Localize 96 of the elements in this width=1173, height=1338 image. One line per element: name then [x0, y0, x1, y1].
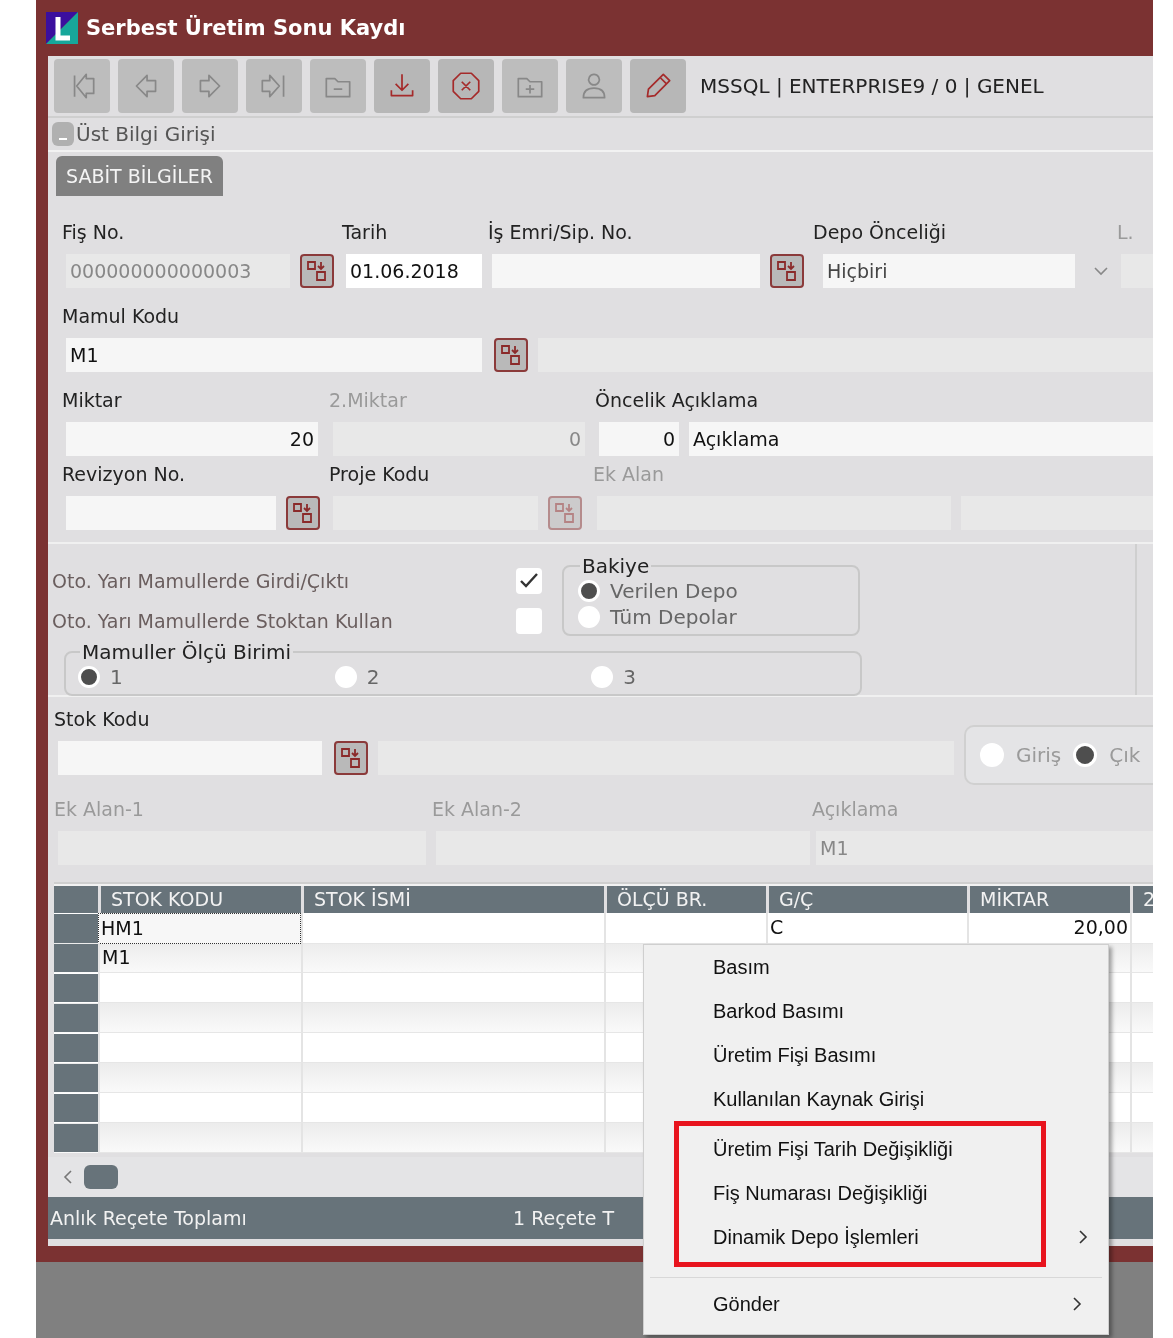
- lookup-button[interactable]: [300, 254, 334, 288]
- lookup-icon: [292, 502, 314, 524]
- field-label: Fiş No.: [62, 220, 126, 245]
- lookup-icon: [340, 747, 362, 769]
- status-text: 1 Reçete T: [513, 1207, 615, 1229]
- row-header[interactable]: [54, 1004, 98, 1032]
- field-label: Ek Alan: [593, 462, 665, 487]
- input-field[interactable]: [961, 496, 1153, 530]
- row-header[interactable]: [54, 1094, 98, 1122]
- row-header: [54, 886, 98, 913]
- window-title: Serbest Üretim Sonu Kaydı: [86, 16, 406, 40]
- lookup-button[interactable]: [548, 496, 582, 530]
- radio-label: Giriş: [1016, 743, 1062, 767]
- date-field[interactable]: 01.06.2018: [346, 254, 482, 288]
- description-field[interactable]: Açıklama: [689, 422, 1153, 456]
- column-header[interactable]: STOK KODU: [101, 886, 301, 913]
- field-label: Proje Kodu: [329, 462, 431, 487]
- column-header[interactable]: MİKTAR: [970, 886, 1130, 913]
- radio-label: Çık: [1109, 743, 1141, 767]
- group-title: Mamuller Ölçü Birimi: [81, 640, 293, 664]
- radio-button[interactable]: [980, 743, 1004, 767]
- lookup-icon: [776, 260, 798, 282]
- status-text: Anlık Reçete Toplamı: [50, 1207, 248, 1229]
- field-label: Depo Önceliği: [813, 220, 948, 245]
- field-label: Mamul Kodu: [62, 304, 181, 329]
- row-header[interactable]: [54, 1034, 98, 1062]
- scroll-left-icon[interactable]: [62, 1168, 74, 1186]
- field-label: İş Emri/Sip. No.: [488, 220, 634, 245]
- lookup-button[interactable]: [494, 338, 528, 372]
- table-cell: HM1: [98, 913, 301, 944]
- lookup-icon: [500, 344, 522, 366]
- row-header[interactable]: [54, 1064, 98, 1092]
- radio-label: 3: [623, 665, 637, 689]
- radio-label: 1: [110, 665, 123, 689]
- field-label: Ek Alan-2: [432, 797, 523, 822]
- collapse-button[interactable]: [52, 122, 74, 146]
- radio-button[interactable]: [591, 666, 614, 688]
- group-title: Bakiye: [581, 554, 651, 578]
- scrollbar-thumb[interactable]: [84, 1165, 118, 1189]
- menu-item[interactable]: Dinamik Depo İşlemleri: [644, 1215, 1108, 1259]
- priority-field[interactable]: 0: [599, 422, 679, 456]
- minus-icon: [59, 138, 67, 140]
- column-header[interactable]: ÖLÇÜ BR.: [607, 886, 766, 913]
- row-header[interactable]: [54, 974, 98, 1002]
- field-label: Stok Kodu: [54, 707, 151, 732]
- quantity-field[interactable]: 20: [66, 422, 318, 456]
- field-label: L.: [1117, 220, 1135, 245]
- menu-item[interactable]: Barkod Basımı: [644, 989, 1108, 1033]
- option-label: Oto. Yarı Mamullerde Stoktan Kullan: [52, 610, 393, 632]
- row-header[interactable]: [54, 914, 98, 943]
- menu-item[interactable]: Üretim Fişi Tarih Değişikliği: [644, 1127, 1108, 1171]
- column-header[interactable]: STOK İSMİ: [304, 886, 604, 913]
- radio-label: 2: [366, 665, 380, 689]
- column-header[interactable]: 2: [1133, 886, 1153, 913]
- menu-item[interactable]: Kullanılan Kaynak Girişi: [644, 1077, 1108, 1121]
- radio-button[interactable]: [1073, 743, 1098, 767]
- edit-button[interactable]: [630, 59, 686, 113]
- field-label: Miktar: [62, 388, 123, 413]
- field-label: Tarih: [342, 220, 389, 245]
- lookup-icon: [306, 260, 328, 282]
- checkbox[interactable]: [516, 608, 542, 634]
- radio-button[interactable]: [578, 580, 600, 602]
- lookup-icon: [554, 502, 576, 524]
- option-label: Oto. Yarı Mamullerde Girdi/Çıktı: [52, 570, 350, 592]
- chevron-down-icon[interactable]: [1093, 266, 1109, 276]
- row-header[interactable]: [54, 944, 98, 972]
- lookup-button[interactable]: [770, 254, 804, 288]
- radio-button[interactable]: [78, 666, 100, 688]
- row-header[interactable]: [54, 1124, 98, 1152]
- menu-item[interactable]: Basım: [644, 945, 1108, 989]
- radio-label: Verilen Depo: [610, 579, 738, 603]
- lookup-button[interactable]: [334, 741, 368, 775]
- radio-label: Tüm Depolar: [610, 605, 737, 629]
- tab[interactable]: SABİT BİLGİLER: [56, 156, 224, 196]
- field-label: Öncelik Açıklama: [595, 388, 760, 413]
- cancel-button[interactable]: [438, 59, 494, 113]
- checkbox[interactable]: [516, 568, 542, 594]
- lookup-button[interactable]: [286, 496, 320, 530]
- radio-button[interactable]: [578, 606, 600, 628]
- cancel-icon: [449, 69, 483, 103]
- download-button[interactable]: [374, 59, 430, 113]
- field-label: Açıklama: [812, 797, 900, 822]
- input-field[interactable]: [1121, 254, 1153, 288]
- input-field[interactable]: M1: [66, 338, 482, 372]
- menu-item[interactable]: Gönder: [650, 1282, 1102, 1326]
- field-label: 2.Miktar: [329, 388, 408, 413]
- column-header[interactable]: G/Ç: [769, 886, 967, 913]
- radio-button[interactable]: [334, 666, 357, 688]
- field-label: Ek Alan-1: [54, 797, 145, 822]
- section-title: Üst Bilgi Girişi: [76, 122, 216, 146]
- dropdown-field[interactable]: Hiçbiri: [823, 254, 1075, 288]
- logo-icon: [46, 12, 78, 44]
- field-label: Revizyon No.: [62, 462, 187, 487]
- menu-item[interactable]: Üretim Fişi Basımı: [644, 1033, 1108, 1077]
- connection-info: MSSQL | ENTERPRISE9 / 0 | GENEL: [700, 74, 1044, 98]
- menu-item[interactable]: Fiş Numarası Değişikliği: [644, 1171, 1108, 1215]
